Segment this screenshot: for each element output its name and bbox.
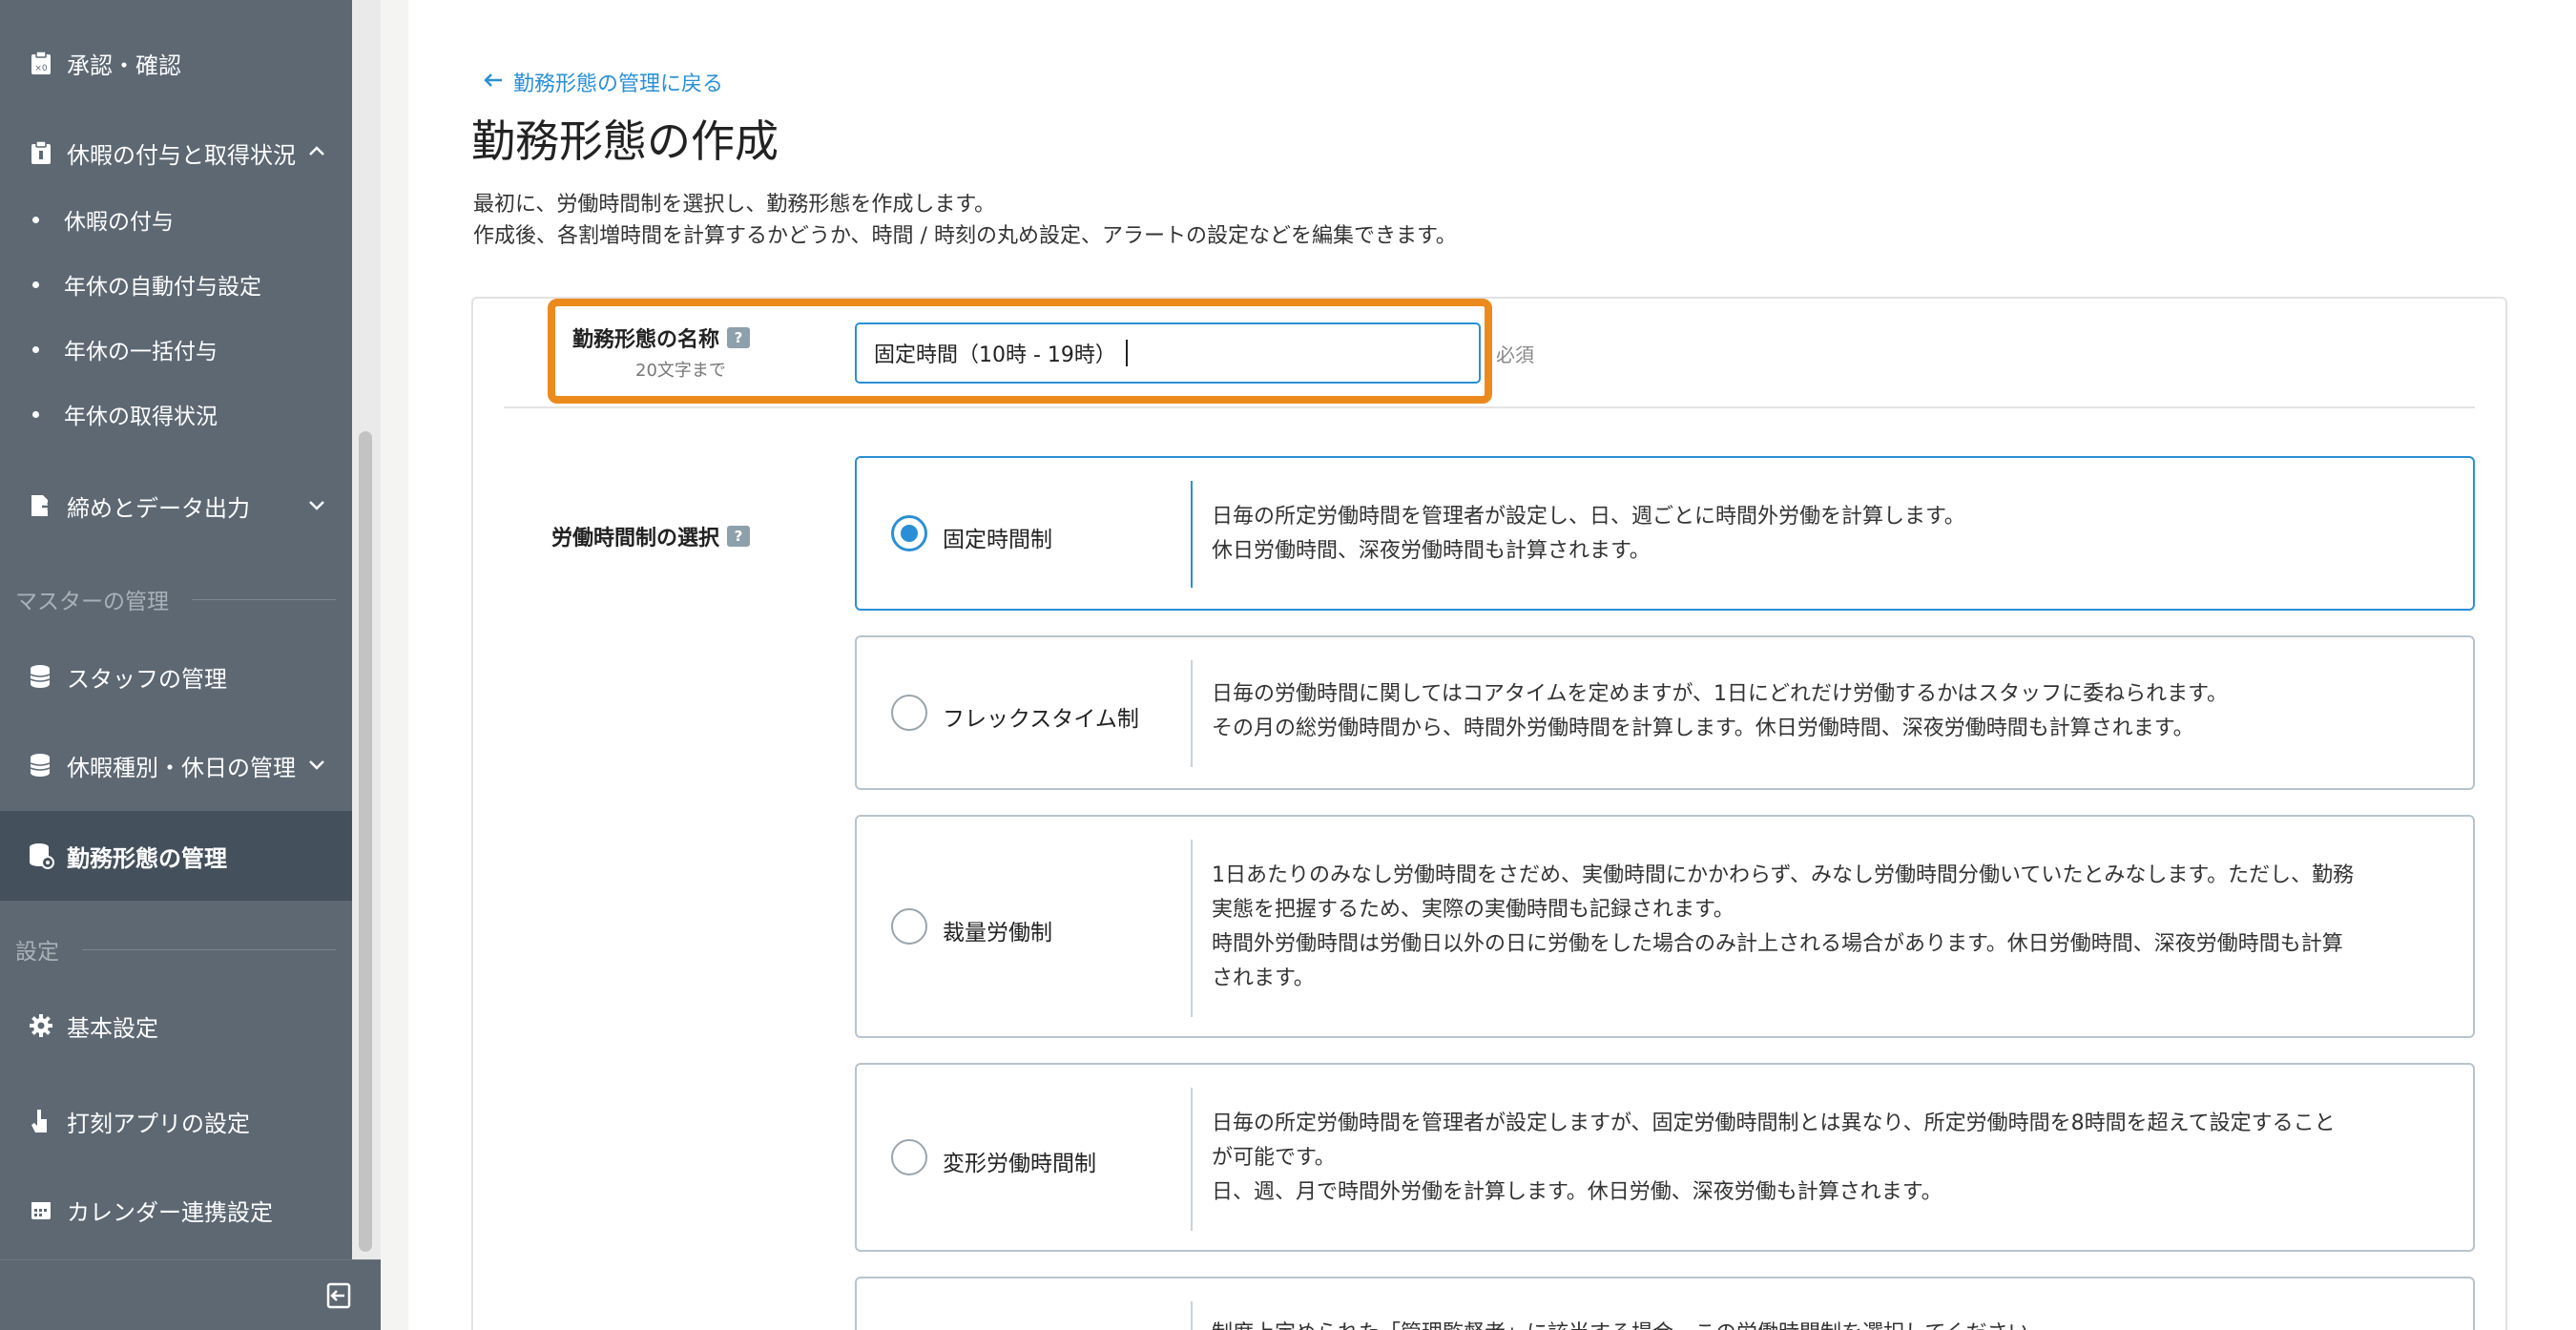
radio-flex-time[interactable]: [891, 695, 927, 731]
section-title-settings: 設定: [15, 930, 336, 968]
divider: [504, 406, 2475, 408]
sidebar-item-closing-export[interactable]: 締めとデータ出力: [0, 477, 352, 534]
sidebar-item-label: スタッフの管理: [67, 665, 227, 693]
text-caret: [1125, 340, 1128, 366]
sidebar-item-label: 締めとデータ出力: [67, 494, 250, 522]
chevron-down-icon: [309, 760, 324, 770]
sidebar-subitem[interactable]: 休暇の付与: [0, 196, 352, 243]
option-label: フレックスタイム制: [943, 707, 1139, 732]
sidebar-item-label: 承認・確認: [67, 52, 181, 79]
option-description: 日毎の労働時間に関してはコアタイムを定めますが、1日にどれだけ労働するかはスタッ…: [1212, 682, 2228, 740]
gear-icon: [27, 1011, 55, 1040]
option-flex-time[interactable]: フレックスタイム制 日毎の労働時間に関してはコアタイムを定めますが、1日にどれだ…: [855, 635, 2475, 790]
sidebar: ×0 承認・確認 休暇の付与と取得状況 休暇の付与 年休の自動付与設定 年休の一…: [0, 0, 381, 1330]
calendar-icon: [27, 1195, 55, 1224]
radio-variable-hours[interactable]: [891, 1139, 927, 1175]
sidebar-item-label: 勤務形態の管理: [67, 844, 227, 872]
sidebar-item-work-patterns[interactable]: 勤務形態の管理: [0, 811, 352, 901]
radio-fixed-time[interactable]: [891, 515, 927, 551]
hand-icon: [27, 1107, 55, 1135]
sidebar-collapse-bar: [0, 1259, 381, 1330]
export-icon: [27, 491, 55, 520]
radio-discretionary[interactable]: [891, 908, 927, 945]
option-label: 裁量労働制: [943, 921, 1052, 946]
sidebar-item-basic-settings[interactable]: 基本設定: [0, 997, 352, 1054]
option-label: 変形労働時間制: [943, 1152, 1096, 1176]
sidebar-item-stamp-app-settings[interactable]: 打刻アプリの設定: [0, 1092, 352, 1150]
option-description: 日毎の所定労働時間を管理者が設定し、日、週ごとに時間外労働を計算します。 休日労…: [1212, 505, 1965, 563]
required-badge: 必須: [1496, 343, 1534, 366]
sidebar-scrollbar-thumb[interactable]: [359, 431, 372, 1252]
sidebar-subitem[interactable]: 年休の取得状況: [0, 390, 352, 438]
sidebar-item-leave[interactable]: 休暇の付与と取得状況: [0, 124, 352, 181]
database-icon: [27, 662, 55, 691]
sidebar-subitem[interactable]: 年休の自動付与設定: [0, 260, 352, 308]
option-description: 1日あたりのみなし労働時間をさだめ、実働時間にかかわらず、みなし労働時間分働いて…: [1212, 863, 2355, 990]
sidebar-item-label: 休暇の付与と取得状況: [67, 141, 296, 169]
option-management[interactable]: 制度上定められた「管理監督者」に該当する場合、この労働時間制を選択してください: [855, 1277, 2475, 1330]
section-title-master: マスターの管理: [15, 580, 336, 618]
database-icon: [27, 751, 55, 779]
back-link-label: 勤務形態の管理に戻る: [513, 73, 724, 96]
clipboard-check-icon: ×0: [27, 49, 55, 77]
option-fixed-time[interactable]: 固定時間制 日毎の所定労働時間を管理者が設定し、日、週ごとに時間外労働を計算しま…: [855, 456, 2475, 611]
help-icon[interactable]: ?: [727, 526, 751, 547]
option-variable-hours[interactable]: 変形労働時間制 日毎の所定労働時間を管理者が設定しますが、固定労働時間制とは異な…: [855, 1063, 2475, 1252]
option-description: 日毎の所定労働時間を管理者が設定しますが、固定労働時間制とは異なり、所定労働時間…: [1212, 1112, 2336, 1204]
work-pattern-name-input[interactable]: 固定時間（10時 - 19時）: [855, 322, 1481, 384]
name-field-hint: 20文字まで: [635, 361, 726, 381]
clipboard-icon: [27, 138, 55, 167]
page-title: 勤務形態の作成: [471, 115, 779, 167]
sidebar-item-approval[interactable]: ×0 承認・確認: [0, 34, 352, 92]
sidebar-item-staff[interactable]: スタッフの管理: [0, 648, 352, 705]
option-label: 固定時間制: [943, 528, 1052, 552]
database-gear-icon: [27, 842, 55, 870]
page-description: 最初に、労働時間制を選択し、勤務形態を作成します。 作成後、各割増時間を計算する…: [473, 193, 1457, 248]
chevron-up-icon: [309, 146, 324, 156]
sidebar-item-label: 基本設定: [67, 1014, 158, 1042]
sidebar-item-calendar-settings[interactable]: カレンダー連携設定: [0, 1181, 352, 1238]
sidebar-item-label: 打刻アプリの設定: [67, 1110, 250, 1137]
name-field-label: 勤務形態の名称 ?: [572, 322, 751, 353]
chevron-down-icon: [309, 501, 324, 510]
sidebar-subitem[interactable]: 年休の一括付与: [0, 325, 352, 373]
working-system-label: 労働時間制の選択 ?: [551, 521, 751, 551]
collapse-sidebar-icon[interactable]: [325, 1281, 354, 1310]
back-link[interactable]: 勤務形態の管理に戻る: [483, 67, 723, 97]
help-icon[interactable]: ?: [727, 327, 751, 348]
option-description: 制度上定められた「管理監督者」に該当する場合、この労働時間制を選択してください: [1212, 1317, 2456, 1330]
option-discretionary[interactable]: 裁量労働制 1日あたりのみなし労働時間をさだめ、実働時間にかかわらず、みなし労働…: [855, 815, 2475, 1038]
arrow-left-icon: [483, 71, 504, 94]
sidebar-item-leave-types[interactable]: 休暇種別・休日の管理: [0, 737, 352, 794]
svg-text:×0: ×0: [34, 64, 48, 73]
sidebar-item-label: 休暇種別・休日の管理: [67, 754, 296, 781]
sidebar-item-label: カレンダー連携設定: [67, 1198, 273, 1226]
